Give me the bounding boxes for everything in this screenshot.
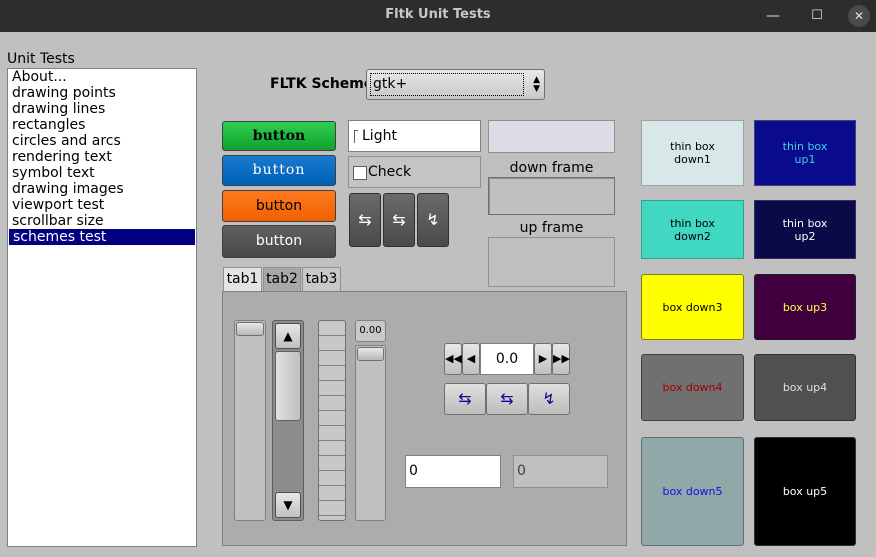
list-item-about[interactable]: About... xyxy=(8,69,196,85)
box-thin-down2: thin box down2 xyxy=(641,200,744,259)
nav-button-1[interactable]: ⇆ xyxy=(444,383,486,415)
box-down4: box down4 xyxy=(641,354,744,421)
list-item-circles-and-arcs[interactable]: circles and arcs xyxy=(8,133,196,149)
slider-knob[interactable] xyxy=(236,322,264,336)
arrow-down-icon: ▼ xyxy=(283,498,293,512)
tab-2[interactable]: tab2 xyxy=(263,267,301,291)
counter-value[interactable]: 0.0 xyxy=(480,343,534,375)
list-item-drawing-points[interactable]: drawing points xyxy=(8,85,196,101)
choice-arrows-icon: ▲ ▼ xyxy=(533,76,540,94)
list-item-schemes-test[interactable]: schemes test xyxy=(9,229,195,245)
blue-button[interactable]: button xyxy=(222,155,336,186)
swap-icon: ⇆ xyxy=(358,210,372,229)
unit-tests-list[interactable]: About... drawing points drawing lines re… xyxy=(7,68,197,547)
orange-button[interactable]: button xyxy=(222,190,336,222)
list-item-drawing-lines[interactable]: drawing lines xyxy=(8,101,196,117)
light-button[interactable]: Light xyxy=(348,120,481,152)
counter-fast-back-button[interactable]: ◀◀ xyxy=(444,343,462,375)
box-up4: box up4 xyxy=(754,354,856,421)
up-frame xyxy=(488,237,615,287)
box-down3: box down3 xyxy=(641,274,744,340)
output-field: 0 xyxy=(513,455,608,488)
int-input[interactable]: 0 xyxy=(405,455,501,488)
scheme-choice-value: gtk+ xyxy=(370,73,524,96)
tab-3[interactable]: tab3 xyxy=(302,267,341,291)
list-item-symbol-text[interactable]: symbol text xyxy=(8,165,196,181)
vertical-slider[interactable] xyxy=(234,320,266,521)
list-item-rendering-text[interactable]: rendering text xyxy=(8,149,196,165)
nav-button-2[interactable]: ⇆ xyxy=(486,383,528,415)
box-thin-down1: thin box down1 xyxy=(641,120,744,186)
roller[interactable] xyxy=(318,320,346,521)
box-up3: box up3 xyxy=(754,274,856,340)
fast-back-icon: ◀◀ xyxy=(445,352,462,365)
list-item-drawing-images[interactable]: drawing images xyxy=(8,181,196,197)
scheme-choice[interactable]: gtk+ ▲ ▼ xyxy=(366,69,545,100)
flat-box xyxy=(488,120,615,153)
box-thin-up1: thin box up1 xyxy=(754,120,856,186)
value-slider-output: 0.00 xyxy=(355,320,386,342)
lightning-button[interactable]: ↯ xyxy=(417,193,449,247)
minimize-button[interactable]: — xyxy=(760,4,786,28)
value-slider[interactable] xyxy=(355,345,386,521)
swap-button-2[interactable]: ⇆ xyxy=(383,193,415,247)
lightning-icon: ↯ xyxy=(426,210,440,229)
arrow-up-icon: ▲ xyxy=(283,329,293,343)
check-button-label: Check xyxy=(368,164,412,180)
green-button[interactable]: button xyxy=(222,121,336,151)
up-frame-label: up frame xyxy=(519,220,584,236)
maximize-button[interactable]: ☐ xyxy=(804,4,830,28)
arrow-down-icon: ▼ xyxy=(533,84,540,94)
swap-icon: ⇆ xyxy=(392,210,406,229)
swap-button-1[interactable]: ⇆ xyxy=(349,193,381,247)
forward-icon: ▶ xyxy=(538,352,548,365)
list-item-viewport-test[interactable]: viewport test xyxy=(8,197,196,213)
title-bar: Fltk Unit Tests — ☐ ✕ xyxy=(0,0,876,32)
vertical-scrollbar[interactable]: ▲ ▼ xyxy=(272,320,304,521)
counter-fast-fwd-button[interactable]: ▶▶ xyxy=(552,343,570,375)
scheme-label: FLTK Scheme xyxy=(270,76,374,92)
light-indicator-icon xyxy=(354,130,358,143)
swap-icon: ⇆ xyxy=(458,389,472,408)
scroll-down-button[interactable]: ▼ xyxy=(275,492,301,518)
list-item-scrollbar-size[interactable]: scrollbar size xyxy=(8,213,196,229)
box-thin-up2: thin box up2 xyxy=(754,200,856,259)
back-icon: ◀ xyxy=(466,352,476,365)
box-down5: box down5 xyxy=(641,437,744,546)
tab-1[interactable]: tab1 xyxy=(223,267,262,291)
swap-icon: ⇆ xyxy=(500,389,514,408)
close-button[interactable]: ✕ xyxy=(848,5,870,27)
fast-forward-icon: ▶▶ xyxy=(553,352,570,365)
box-up5: box up5 xyxy=(754,437,856,546)
down-frame-label: down frame xyxy=(509,160,594,176)
nav-button-3[interactable]: ↯ xyxy=(528,383,570,415)
unit-tests-label: Unit Tests xyxy=(7,51,75,67)
gray-button[interactable]: button xyxy=(222,225,336,258)
counter-fwd-button[interactable]: ▶ xyxy=(534,343,552,375)
counter-back-button[interactable]: ◀ xyxy=(462,343,480,375)
window-title: Fltk Unit Tests xyxy=(385,7,491,22)
scroll-thumb[interactable] xyxy=(275,351,301,421)
down-frame xyxy=(488,177,615,215)
value-slider-knob[interactable] xyxy=(357,347,384,361)
check-button[interactable]: Check xyxy=(348,156,481,188)
list-item-rectangles[interactable]: rectangles xyxy=(8,117,196,133)
lightning-icon: ↯ xyxy=(542,389,556,408)
scroll-up-button[interactable]: ▲ xyxy=(275,323,301,349)
light-button-label: Light xyxy=(362,128,397,144)
checkbox-icon xyxy=(353,166,367,180)
